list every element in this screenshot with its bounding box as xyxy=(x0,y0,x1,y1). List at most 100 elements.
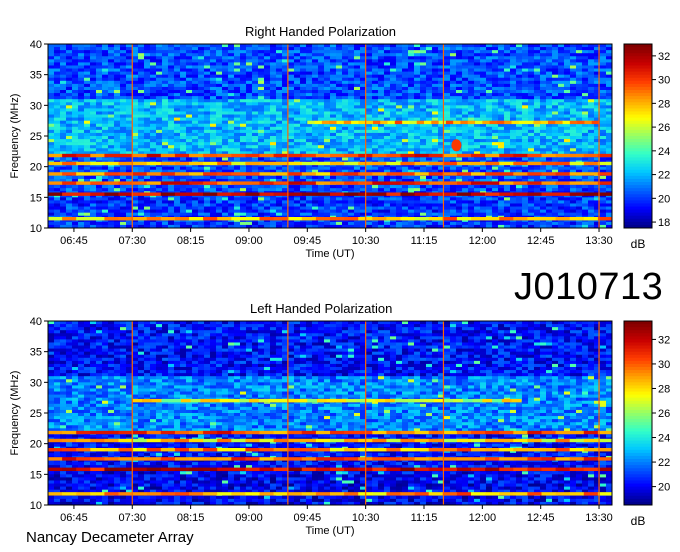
colorbar-tick-label: 32 xyxy=(658,334,670,346)
band-segment xyxy=(160,181,176,185)
x-tick-label: 10:30 xyxy=(352,512,380,524)
x-tick-label: 09:45 xyxy=(294,235,322,247)
colorbar: 18 20 22 24 26 28 30 32 dB xyxy=(623,43,670,251)
right-polarization-panel: 10 15 20 25 30 35 40 Frequency (MHz) 06:45 07:30 0… xyxy=(9,39,670,260)
band-segment xyxy=(485,181,500,185)
colorbar-tick-label: 22 xyxy=(658,457,670,469)
band-segment xyxy=(217,153,232,158)
band-segment xyxy=(424,398,435,403)
band-segment xyxy=(442,217,458,221)
band-segment xyxy=(583,217,599,221)
band-segment xyxy=(499,181,514,185)
band-segment xyxy=(456,467,472,472)
band-segment xyxy=(330,192,345,196)
band-segment xyxy=(442,467,458,472)
band-segment xyxy=(372,172,387,176)
y-tick-label: 35 xyxy=(30,347,42,359)
band-segment xyxy=(48,217,63,221)
band-segment xyxy=(428,161,444,166)
band-segment xyxy=(62,457,77,461)
band-segment xyxy=(174,467,190,472)
band-segment xyxy=(76,153,91,158)
band-segment xyxy=(513,161,528,166)
band-segment xyxy=(351,120,359,125)
band-segment xyxy=(355,398,367,403)
band-segment xyxy=(132,457,148,461)
band-segment xyxy=(471,217,486,221)
band-segment xyxy=(287,398,298,403)
band-segment xyxy=(387,120,396,125)
band-segment xyxy=(456,448,472,452)
band-segment xyxy=(231,467,246,472)
band-segment xyxy=(527,192,542,196)
band-segment xyxy=(456,161,472,166)
band-segment xyxy=(485,153,500,158)
band-segment xyxy=(433,398,444,403)
band-segment xyxy=(541,430,556,435)
x-tick-label: 08:15 xyxy=(177,512,205,524)
band-segment xyxy=(428,217,444,221)
band-segment xyxy=(258,398,269,403)
band-segment xyxy=(161,398,172,403)
band-segment xyxy=(90,448,105,452)
band-segment xyxy=(386,438,401,443)
band-segment xyxy=(414,398,425,403)
band-segment xyxy=(104,161,119,166)
band-segment xyxy=(414,457,430,461)
band-segment xyxy=(541,492,556,496)
band-segment xyxy=(438,120,447,125)
band-segment xyxy=(203,448,218,452)
band-segment xyxy=(428,181,444,185)
y-tick-label: 25 xyxy=(30,131,42,143)
band-segment xyxy=(562,120,571,125)
band-segment xyxy=(217,448,232,452)
band-segment xyxy=(90,438,105,443)
band-segment xyxy=(132,181,148,185)
band-segment xyxy=(372,181,387,185)
colorbar: 20 22 24 26 28 30 32 dB xyxy=(623,320,670,528)
band-segment xyxy=(259,153,274,158)
band-segment xyxy=(259,430,274,435)
band-segment xyxy=(330,181,345,185)
band-segment xyxy=(471,161,486,166)
band-segment xyxy=(330,172,345,176)
band-segment xyxy=(555,430,571,435)
band-segment xyxy=(203,430,218,435)
band-segment xyxy=(146,457,162,461)
band-segment xyxy=(442,430,458,435)
band-segment xyxy=(569,457,585,461)
band-segment xyxy=(273,192,289,196)
band-segment xyxy=(527,438,542,443)
band-segment xyxy=(471,448,486,452)
band-segment xyxy=(174,430,190,435)
band-segment xyxy=(513,430,528,435)
band-segment xyxy=(259,492,274,496)
band-segment xyxy=(414,181,430,185)
band-segment xyxy=(456,172,472,176)
band-segment xyxy=(471,438,486,443)
band-segment xyxy=(428,430,444,435)
band-segment xyxy=(189,448,204,452)
band-segment xyxy=(287,153,303,158)
band-segment xyxy=(485,192,500,196)
band-segment xyxy=(400,192,415,196)
band-segment xyxy=(301,181,317,185)
band-segment xyxy=(386,457,401,461)
band-segment xyxy=(513,181,528,185)
band-segment xyxy=(541,467,556,472)
colorbar-tick-label: 26 xyxy=(658,122,670,134)
colorbar-tick-label: 24 xyxy=(658,146,670,158)
band-segment xyxy=(527,448,542,452)
band-segment xyxy=(104,457,119,461)
band-segment xyxy=(174,438,190,443)
y-tick-label: 40 xyxy=(30,39,42,51)
y-tick-label: 10 xyxy=(30,223,42,235)
band-segment xyxy=(217,467,232,472)
band-segment xyxy=(104,181,119,185)
band-segment xyxy=(118,430,133,435)
y-axis-label: Frequency (MHz) xyxy=(9,94,21,179)
band-segment xyxy=(346,398,357,403)
band-segment xyxy=(62,492,77,496)
band-segment xyxy=(513,217,528,221)
band-segment xyxy=(62,153,77,158)
